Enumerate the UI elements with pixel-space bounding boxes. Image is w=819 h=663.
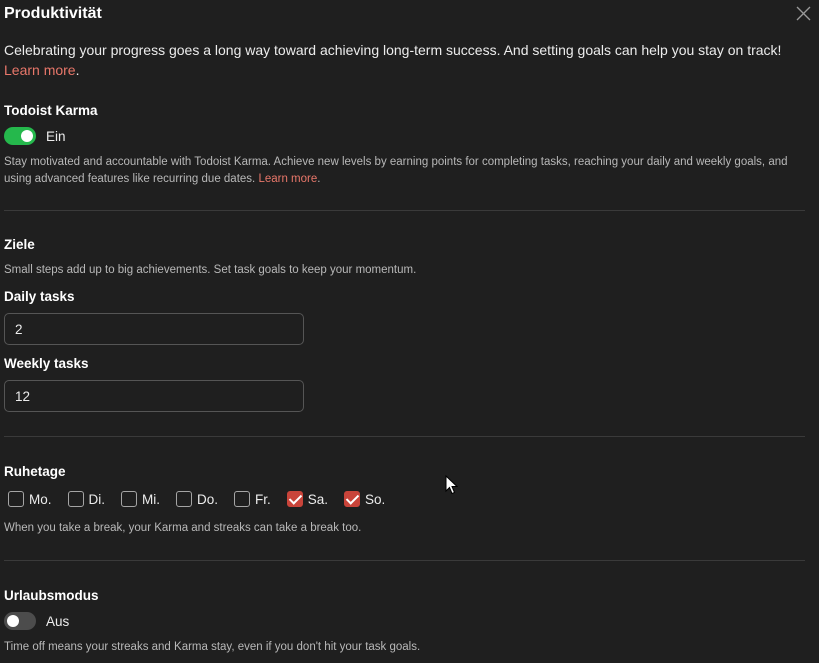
day-friday-checkbox[interactable]	[234, 491, 251, 507]
karma-toggle[interactable]	[4, 127, 36, 145]
goals-heading: Ziele	[4, 237, 35, 252]
day-friday-label: Fr.	[255, 491, 271, 507]
day-wednesday-checkbox[interactable]	[121, 491, 138, 507]
karma-toggle-row: Ein	[4, 127, 66, 145]
day-saturday[interactable]: Sa.	[286, 491, 329, 507]
day-tuesday-label: Di.	[88, 491, 106, 507]
vacation-toggle[interactable]	[4, 612, 36, 630]
day-friday[interactable]: Fr.	[234, 491, 271, 507]
vacation-heading: Urlaubsmodus	[4, 588, 99, 603]
divider	[4, 560, 805, 561]
day-sunday-checkbox[interactable]	[344, 491, 361, 507]
karma-link-suffix: .	[317, 173, 321, 185]
vacation-description: Time off means your streaks and Karma st…	[4, 641, 421, 653]
intro-body: Celebrating your progress goes a long wa…	[4, 42, 782, 58]
day-wednesday-label: Mi.	[142, 491, 161, 507]
page-title: Produktivität	[4, 5, 102, 22]
day-monday[interactable]: Mo.	[8, 491, 52, 507]
divider	[4, 436, 805, 437]
daily-tasks-label: Daily tasks	[4, 289, 75, 304]
weekly-tasks-input[interactable]	[4, 380, 304, 412]
day-monday-checkbox[interactable]	[8, 491, 24, 507]
day-tuesday[interactable]: Di.	[67, 491, 106, 507]
day-sunday[interactable]: So.	[344, 491, 385, 507]
day-sunday-label: So.	[365, 491, 386, 507]
vacation-toggle-label: Aus	[46, 613, 70, 629]
close-button[interactable]	[795, 5, 812, 22]
day-thursday-checkbox[interactable]	[176, 491, 193, 507]
day-monday-label: Mo.	[29, 491, 52, 507]
karma-description-text: Stay motivated and accountable with Todo…	[4, 156, 788, 185]
days-off-description: When you take a break, your Karma and st…	[4, 522, 362, 534]
day-tuesday-checkbox[interactable]	[67, 491, 84, 507]
days-off-heading: Ruhetage	[4, 464, 66, 479]
toggle-knob	[21, 130, 33, 142]
vacation-toggle-row: Aus	[4, 612, 69, 630]
daily-tasks-input[interactable]	[4, 313, 304, 345]
day-thursday[interactable]: Do.	[176, 491, 218, 507]
intro-text: Celebrating your progress goes a long wa…	[4, 40, 804, 80]
day-saturday-label: Sa.	[307, 491, 329, 507]
toggle-knob	[7, 615, 19, 627]
karma-heading: Todoist Karma	[4, 103, 98, 118]
karma-description: Stay motivated and accountable with Todo…	[4, 154, 804, 188]
goals-description: Small steps add up to big achievements. …	[4, 264, 417, 276]
karma-toggle-label: Ein	[46, 128, 66, 144]
mouse-pointer-icon	[445, 474, 459, 500]
close-icon	[795, 5, 812, 22]
intro-learn-more-link[interactable]: Learn more	[4, 62, 76, 78]
day-thursday-label: Do.	[197, 491, 219, 507]
days-off-checkbox-group: Mo. Di. Mi. Do. Fr. Sa. So.	[8, 491, 401, 507]
divider	[4, 210, 805, 211]
day-saturday-checkbox[interactable]	[286, 491, 303, 507]
productivity-settings-panel: Produktivität Celebrating your progress …	[0, 0, 819, 663]
day-wednesday[interactable]: Mi.	[121, 491, 160, 507]
weekly-tasks-label: Weekly tasks	[4, 356, 89, 371]
intro-link-suffix: .	[75, 62, 80, 78]
karma-learn-more-link[interactable]: Learn more	[258, 173, 317, 185]
